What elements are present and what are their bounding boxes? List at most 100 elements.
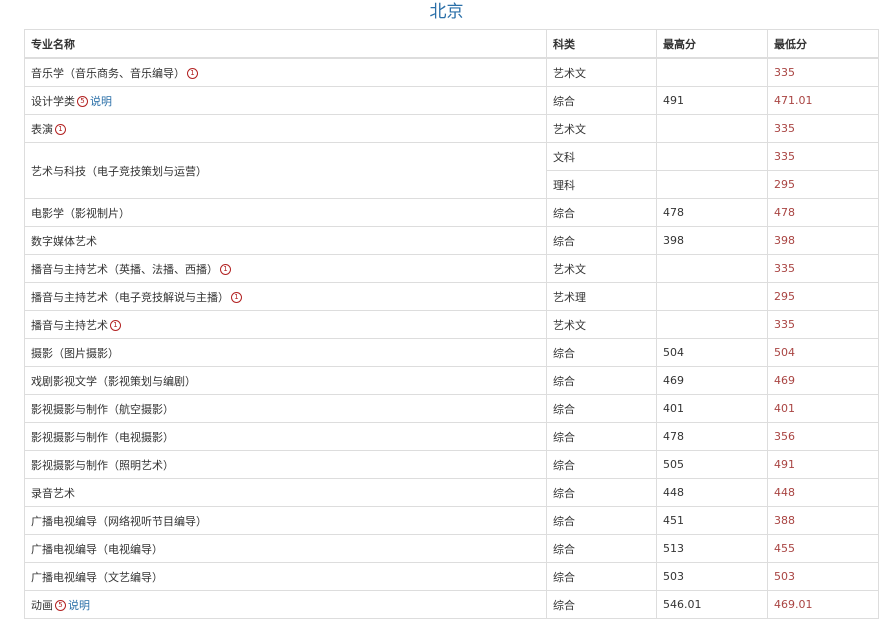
major-name: 动画 (31, 598, 53, 612)
footnote-marker-icon: 1 (220, 264, 231, 275)
major-name-cell: 音乐学（音乐商务、音乐编导） 1 (24, 57, 547, 87)
header-min-score: 最低分 (767, 29, 879, 59)
table-row: 播音与主持艺术（电子竞技解说与主播） 1 艺术理 295 (24, 282, 879, 311)
major-name-cell: 摄影（图片摄影） (24, 338, 547, 367)
max-score-cell: 451 (656, 506, 768, 535)
category-cell: 艺术文 (546, 57, 657, 87)
max-score-cell: 503 (656, 562, 768, 591)
page-title: 北京 (429, 2, 464, 22)
table-row: 播音与主持艺术 1 艺术文 335 (24, 310, 879, 339)
category-cell: 理科 (546, 170, 657, 199)
min-score-cell: 471.01 (767, 86, 879, 115)
category-cell: 艺术理 (546, 282, 657, 311)
category-cell: 综合 (546, 198, 657, 227)
min-score-cell: 388 (767, 506, 879, 535)
major-name: 音乐学（音乐商务、音乐编导） (31, 66, 185, 80)
major-name: 播音与主持艺术 (31, 318, 108, 332)
table-row: 表演 1 艺术文 335 (24, 114, 879, 143)
table-row: 音乐学（音乐商务、音乐编导） 1 艺术文 335 (24, 57, 879, 87)
major-name-cell: 电影学（影视制片） (24, 198, 547, 227)
category-cell: 综合 (546, 86, 657, 115)
min-score-cell: 335 (767, 114, 879, 143)
category-cell: 艺术文 (546, 310, 657, 339)
category-cell: 综合 (546, 506, 657, 535)
major-name-cell: 影视摄影与制作（电视摄影） (24, 422, 547, 451)
table-row: 数字媒体艺术 综合 398 398 (24, 226, 879, 255)
min-score-cell: 503 (767, 562, 879, 591)
table-row: 艺术与科技（电子竞技策划与运营） 文科 335 (24, 142, 879, 199)
major-name-cell: 戏剧影视文学（影视策划与编剧） (24, 366, 547, 395)
major-name-cell: 艺术与科技（电子竞技策划与运营） (24, 142, 547, 199)
major-name-cell: 影视摄影与制作（航空摄影） (24, 394, 547, 423)
major-name-cell: 影视摄影与制作（照明艺术） (24, 450, 547, 479)
table-row: 影视摄影与制作（航空摄影） 综合 401 401 (24, 394, 879, 423)
category-cell: 艺术文 (546, 114, 657, 143)
category-cell: 文科 (546, 142, 657, 171)
category-cell: 综合 (546, 394, 657, 423)
max-score-cell: 546.01 (656, 590, 768, 619)
major-name-cell: 广播电视编导（文艺编导） (24, 562, 547, 591)
category-cell: 综合 (546, 338, 657, 367)
max-score-cell: 504 (656, 338, 768, 367)
header-major: 专业名称 (24, 29, 547, 59)
min-score-cell: 335 (767, 57, 879, 87)
category-cell: 综合 (546, 590, 657, 619)
max-score-cell (656, 57, 768, 87)
max-score-cell: 478 (656, 198, 768, 227)
category-cell: 综合 (546, 366, 657, 395)
max-score-cell: 513 (656, 534, 768, 563)
category-cell: 综合 (546, 562, 657, 591)
note-link[interactable]: 说明 (68, 599, 90, 612)
max-score-cell (656, 170, 768, 199)
min-score-cell: 356 (767, 422, 879, 451)
category-cell: 艺术文 (546, 254, 657, 283)
table-row: 动画 5 说明 综合 546.01 469.01 (24, 590, 879, 619)
major-name: 广播电视编导（电视编导） (31, 542, 163, 556)
header-category: 科类 (546, 29, 657, 59)
max-score-cell: 478 (656, 422, 768, 451)
footnote-marker-icon: 1 (55, 124, 66, 135)
table-row: 影视摄影与制作（照明艺术） 综合 505 491 (24, 450, 879, 479)
min-score-cell: 478 (767, 198, 879, 227)
major-name-cell: 广播电视编导（网络视听节目编导） (24, 506, 547, 535)
major-name: 播音与主持艺术（英播、法播、西播） (31, 262, 218, 276)
major-name-cell: 动画 5 说明 (24, 590, 547, 619)
max-score-cell: 398 (656, 226, 768, 255)
major-name: 影视摄影与制作（电视摄影） (31, 430, 174, 444)
major-name-cell: 表演 1 (24, 114, 547, 143)
min-score-cell: 401 (767, 394, 879, 423)
table-header-row: 专业名称 科类 最高分 最低分 (24, 29, 879, 59)
major-name-cell: 播音与主持艺术（电子竞技解说与主播） 1 (24, 282, 547, 311)
min-score-cell: 335 (767, 310, 879, 339)
footnote-marker-icon: 1 (231, 292, 242, 303)
major-name: 数字媒体艺术 (31, 234, 97, 248)
major-name-cell: 数字媒体艺术 (24, 226, 547, 255)
major-name: 录音艺术 (31, 486, 75, 500)
table-row: 录音艺术 综合 448 448 (24, 478, 879, 507)
footnote-marker-icon: 1 (110, 320, 121, 331)
table-row: 影视摄影与制作（电视摄影） 综合 478 356 (24, 422, 879, 451)
table-row: 电影学（影视制片） 综合 478 478 (24, 198, 879, 227)
max-score-cell: 469 (656, 366, 768, 395)
max-score-cell (656, 254, 768, 283)
table-row: 摄影（图片摄影） 综合 504 504 (24, 338, 879, 367)
major-name-cell: 广播电视编导（电视编导） (24, 534, 547, 563)
max-score-cell (656, 282, 768, 311)
min-score-cell: 335 (767, 254, 879, 283)
note-link[interactable]: 说明 (90, 95, 112, 108)
table-row: 广播电视编导（文艺编导） 综合 503 503 (24, 562, 879, 591)
category-cell: 综合 (546, 450, 657, 479)
table-row: 广播电视编导（网络视听节目编导） 综合 451 388 (24, 506, 879, 535)
footnote-marker-icon: 5 (77, 96, 88, 107)
major-name: 广播电视编导（文艺编导） (31, 570, 163, 584)
category-cell: 综合 (546, 534, 657, 563)
max-score-cell (656, 114, 768, 143)
category-cell: 综合 (546, 226, 657, 255)
max-score-cell: 401 (656, 394, 768, 423)
max-score-cell (656, 142, 768, 171)
major-name: 播音与主持艺术（电子竞技解说与主播） (31, 290, 229, 304)
max-score-cell: 491 (656, 86, 768, 115)
major-name-cell: 录音艺术 (24, 478, 547, 507)
major-name: 表演 (31, 122, 53, 136)
min-score-cell: 295 (767, 282, 879, 311)
